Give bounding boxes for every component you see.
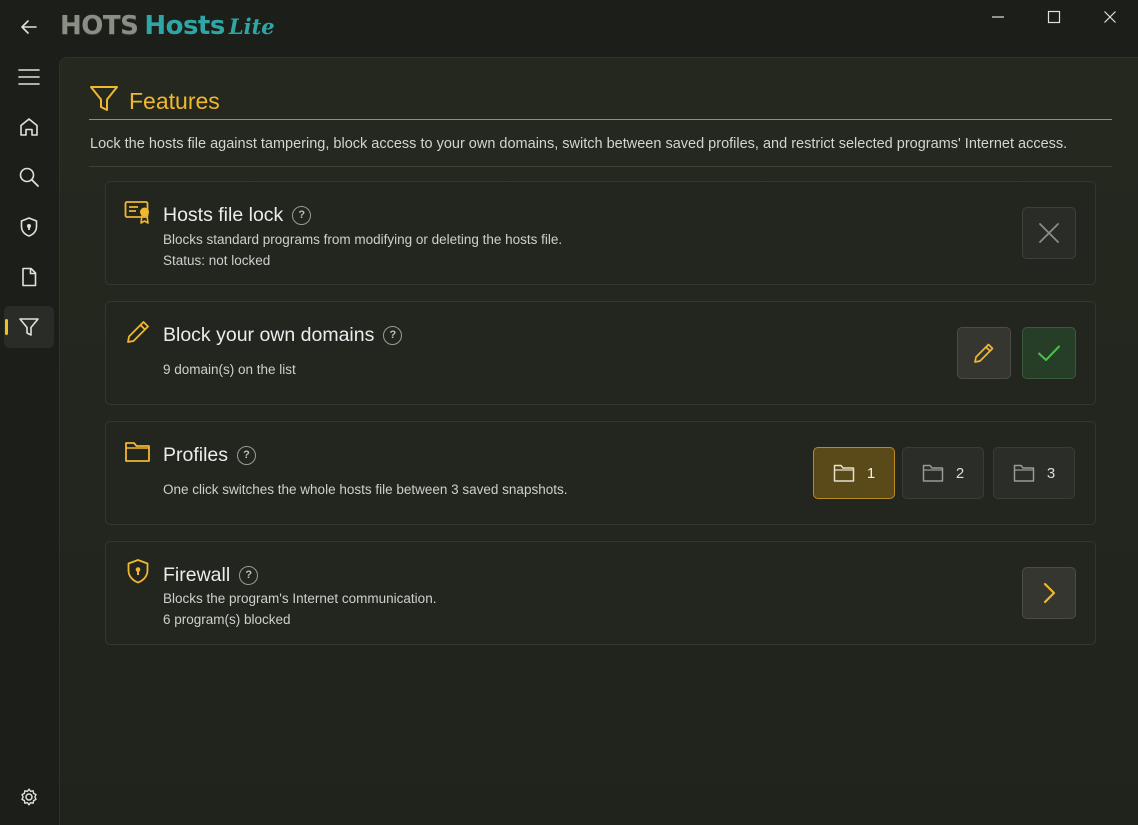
lock-status: Status: not locked xyxy=(163,253,271,268)
card-title-text: Profiles xyxy=(163,444,229,466)
maximize-button[interactable] xyxy=(1026,0,1082,34)
profile-number: 3 xyxy=(1046,464,1056,482)
card-title-text: Hosts file lock xyxy=(163,204,284,226)
sidebar-item-search[interactable] xyxy=(4,156,54,198)
close-icon xyxy=(1039,223,1059,243)
back-button[interactable] xyxy=(14,12,44,42)
card-description: Blocks standard programs from modifying … xyxy=(163,232,563,247)
profiles-card: Profiles? One click switches the whole h… xyxy=(105,421,1096,525)
card-title-text: Block your own domains xyxy=(163,324,375,346)
domain-count: 9 domain(s) on the list xyxy=(163,362,296,377)
hamburger-icon xyxy=(18,69,40,85)
help-icon[interactable]: ? xyxy=(383,325,403,345)
pencil-icon xyxy=(974,343,994,363)
chevron-right-icon xyxy=(1043,582,1056,604)
close-icon xyxy=(1104,11,1116,23)
title-bar: HOTS Hosts Lite xyxy=(0,0,1138,56)
help-icon[interactable]: ? xyxy=(237,445,257,465)
close-button[interactable] xyxy=(1082,0,1138,34)
home-icon xyxy=(20,118,38,136)
logo-text-hots: HOTS xyxy=(60,11,139,41)
pencil-icon xyxy=(127,321,149,343)
page-title: Features xyxy=(129,88,220,114)
card-title-text: Firewall xyxy=(163,564,231,586)
maximize-icon xyxy=(1047,10,1061,24)
divider xyxy=(89,166,1112,167)
minimize-button[interactable] xyxy=(970,0,1026,34)
card-title: Block your own domains? xyxy=(163,324,403,347)
shield-lock-icon xyxy=(127,559,149,584)
card-title: Profiles? xyxy=(163,444,257,467)
help-icon[interactable]: ? xyxy=(239,565,259,585)
sidebar-item-home[interactable] xyxy=(4,106,54,148)
profile-number: 2 xyxy=(955,464,965,482)
folder-icon xyxy=(922,464,944,482)
page-description: Lock the hosts file against tampering, b… xyxy=(90,136,1068,152)
profile-button-3[interactable]: 3 xyxy=(993,447,1075,499)
block-domains-card: Block your own domains? 9 domain(s) on t… xyxy=(105,301,1096,405)
folder-icon xyxy=(1013,464,1035,482)
app-logo: HOTS Hosts Lite xyxy=(60,11,275,43)
sidebar-item-features[interactable] xyxy=(4,306,54,348)
sidebar-item-security[interactable] xyxy=(4,206,54,248)
open-firewall-button[interactable] xyxy=(1022,567,1076,619)
hosts-file-lock-card: Hosts file lock? Blocks standard program… xyxy=(105,181,1096,285)
page-header: Features xyxy=(89,84,1112,120)
certificate-icon xyxy=(124,201,149,224)
blocked-program-count: 6 program(s) blocked xyxy=(163,612,291,627)
filter-icon xyxy=(90,86,118,111)
sidebar-item-menu[interactable] xyxy=(4,56,54,98)
back-arrow-icon xyxy=(21,20,37,34)
logo-text-lite: Lite xyxy=(228,14,275,39)
checkmark-icon xyxy=(1038,345,1060,361)
document-icon xyxy=(22,267,37,287)
folder-icon xyxy=(125,442,150,462)
card-description: Blocks the program's Internet communicat… xyxy=(163,591,437,606)
search-icon xyxy=(19,167,39,187)
shield-lock-icon xyxy=(20,217,38,237)
content-panel: Features Lock the hosts file against tam… xyxy=(59,57,1138,825)
filter-icon xyxy=(19,318,39,336)
sidebar-nav xyxy=(0,56,58,825)
card-description: One click switches the whole hosts file … xyxy=(163,482,568,497)
card-title: Firewall? xyxy=(163,564,259,587)
sidebar-item-hosts-file[interactable] xyxy=(4,256,54,298)
minimize-icon xyxy=(992,16,1004,18)
edit-domains-button[interactable] xyxy=(957,327,1011,379)
firewall-card: Firewall? Blocks the program's Internet … xyxy=(105,541,1096,645)
folder-icon xyxy=(833,464,855,482)
toggle-lock-button[interactable] xyxy=(1022,207,1076,259)
help-icon[interactable]: ? xyxy=(292,205,312,225)
gear-icon xyxy=(21,788,37,806)
logo-text-hosts: Hosts xyxy=(144,11,225,41)
card-title: Hosts file lock? xyxy=(163,204,312,227)
profile-number: 1 xyxy=(866,464,876,482)
sidebar-item-settings[interactable] xyxy=(4,776,54,818)
profile-button-2[interactable]: 2 xyxy=(902,447,984,499)
profile-button-1[interactable]: 1 xyxy=(813,447,895,499)
enable-domains-button[interactable] xyxy=(1022,327,1076,379)
